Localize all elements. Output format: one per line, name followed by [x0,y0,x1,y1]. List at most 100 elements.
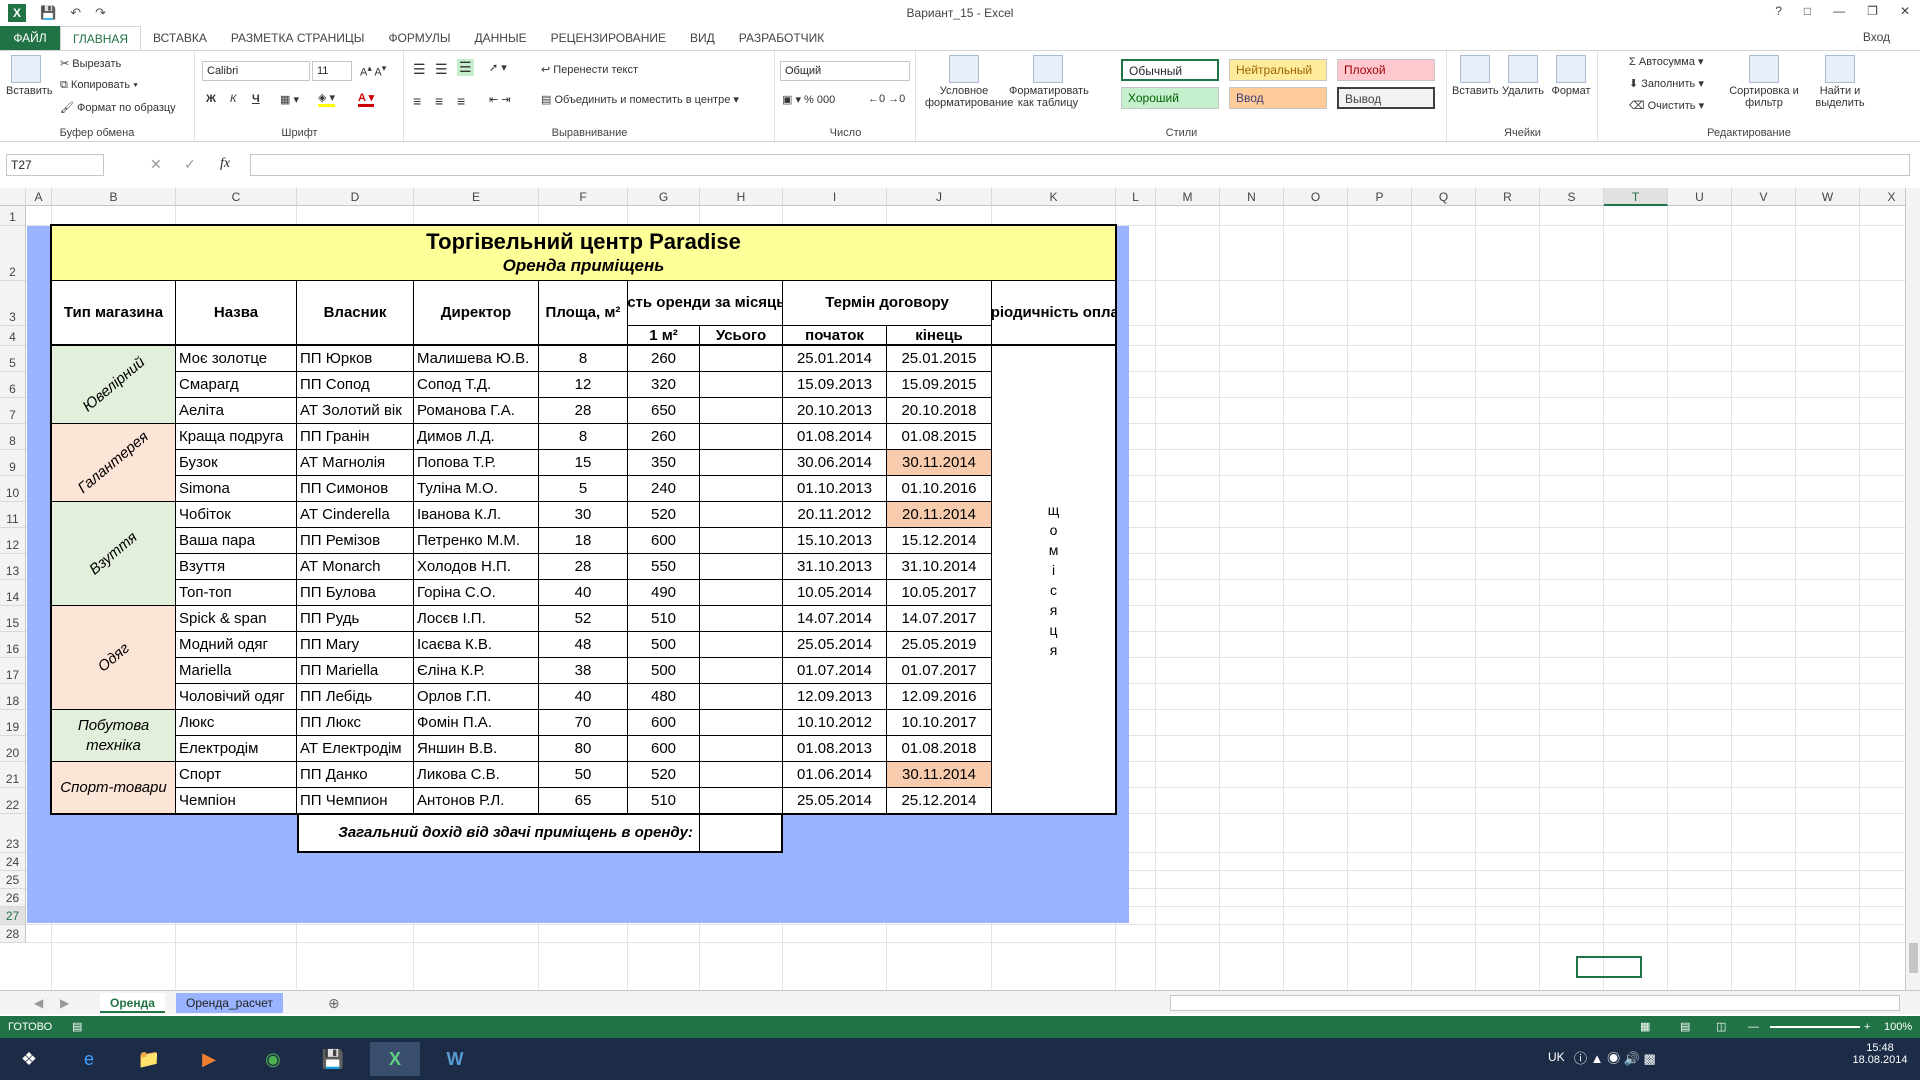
row-header-18[interactable]: 18 [0,684,26,710]
macro-record-icon[interactable]: ▤ [72,1016,82,1038]
row-header-6[interactable]: 6 [0,372,26,398]
grow-font-button[interactable]: A▴ A▾ [360,63,386,79]
fill-color-icon[interactable]: ◈ ▾ [318,91,336,107]
column-header-e[interactable]: E [414,188,539,206]
indent-icon[interactable]: ⇤ ⇥ [489,93,511,106]
row-header-28[interactable]: 28 [0,925,26,943]
ribbon-options-icon[interactable]: □ [1804,4,1811,18]
tab-home[interactable]: ГЛАВНАЯ [60,26,142,50]
zoom-slider[interactable] [1770,1026,1860,1028]
merge-center-button[interactable]: ▤ Объединить и поместить в центре ▾ [541,93,739,106]
row-header-3[interactable]: 3 [0,281,26,326]
row-header-23[interactable]: 23 [0,814,26,853]
normal-view-icon[interactable]: ▦ [1640,1016,1650,1038]
column-header-a[interactable]: A [26,188,52,206]
formula-input[interactable] [250,154,1910,176]
file-explorer-icon[interactable]: 📁 [124,1042,174,1076]
row-header-19[interactable]: 19 [0,710,26,736]
align-top-icon[interactable]: ☰ [413,61,426,78]
clear-button[interactable]: ⌫ Очистить ▾ [1629,99,1704,112]
delete-cells-button[interactable]: Удалить [1500,55,1546,97]
internet-explorer-icon[interactable]: e [64,1042,114,1076]
align-middle-icon[interactable]: ☰ [435,61,448,78]
borders-icon[interactable]: ▦ ▾ [280,93,299,106]
column-header-b[interactable]: B [52,188,176,206]
format-cells-button[interactable]: Формат [1548,55,1594,97]
font-size-select[interactable]: 11 [312,61,352,81]
row-header-25[interactable]: 25 [0,871,26,889]
column-header-i[interactable]: I [783,188,887,206]
column-header-r[interactable]: R [1476,188,1540,206]
column-header-s[interactable]: S [1540,188,1604,206]
language-indicator[interactable]: UK [1548,1050,1565,1064]
tab-data[interactable]: ДАННЫЕ [462,26,538,50]
row-header-2[interactable]: 2 [0,226,26,281]
row-header-10[interactable]: 10 [0,476,26,502]
row-header-27[interactable]: 27 [0,907,26,925]
sort-filter-button[interactable]: Сортировка и фильтр [1729,55,1799,109]
maximize-button[interactable]: ❐ [1867,4,1878,18]
style-good[interactable]: Хороший [1121,87,1219,109]
row-header-21[interactable]: 21 [0,762,26,788]
autosum-button[interactable]: Σ Автосумма ▾ [1629,55,1704,68]
tab-page-layout[interactable]: РАЗМЕТКА СТРАНИЦЫ [219,26,377,50]
tray-icons[interactable]: ⓘ ▲ ◉ 🔊 ▩ [1574,1048,1656,1067]
vertical-scrollbar[interactable] [1905,188,1920,990]
minimize-button[interactable]: — [1833,4,1845,18]
column-header-k[interactable]: K [992,188,1116,206]
chrome-icon[interactable]: ◉ [248,1042,298,1076]
tab-review[interactable]: РЕЦЕНЗИРОВАНИЕ [539,26,678,50]
close-button[interactable]: ✕ [1900,4,1910,18]
tab-view[interactable]: ВИД [678,26,727,50]
wrap-text-button[interactable]: ↩ Перенести текст [541,63,638,76]
row-header-16[interactable]: 16 [0,632,26,658]
horizontal-scrollbar[interactable] [1170,995,1900,1011]
number-format-select[interactable]: Общий [780,61,910,81]
column-header-c[interactable]: C [176,188,297,206]
insert-cells-button[interactable]: Вставить [1452,55,1499,97]
row-header-24[interactable]: 24 [0,853,26,871]
add-sheet-icon[interactable]: ⊕ [318,993,350,1013]
active-cell-selection[interactable] [1576,956,1642,978]
select-all-corner[interactable] [0,188,26,206]
row-header-1[interactable]: 1 [0,206,26,226]
font-family-select[interactable]: Calibri [202,61,310,81]
conditional-format-button[interactable]: Условное форматирование [925,55,1013,109]
total-label[interactable]: Загальний дохід від здачі приміщень в ор… [297,814,700,853]
row-header-17[interactable]: 17 [0,658,26,684]
bold-button[interactable]: Ж [206,93,216,105]
tab-formulas[interactable]: ФОРМУЛЫ [376,26,462,50]
excel-taskbar-icon[interactable]: X [370,1042,420,1076]
page-layout-view-icon[interactable]: ▤ [1680,1016,1690,1038]
column-header-m[interactable]: M [1156,188,1220,206]
row-header-9[interactable]: 9 [0,450,26,476]
row-header-14[interactable]: 14 [0,580,26,606]
start-button-icon[interactable]: ❖ [4,1042,54,1076]
find-select-button[interactable]: Найти и выделить [1805,55,1875,109]
style-neutral[interactable]: Нейтральный [1229,59,1327,81]
style-output[interactable]: Вывод [1337,87,1435,109]
page-break-view-icon[interactable]: ◫ [1716,1016,1726,1038]
column-header-u[interactable]: U [1668,188,1732,206]
style-input[interactable]: Ввод [1229,87,1327,109]
scroll-thumb[interactable] [1909,943,1918,973]
zoom-out-icon[interactable]: — [1748,1016,1759,1038]
total-value[interactable] [700,814,783,853]
word-taskbar-icon[interactable]: W [430,1042,480,1076]
align-right-icon[interactable]: ≡ [457,93,465,109]
media-player-icon[interactable]: ▶ [184,1042,234,1076]
cancel-icon[interactable]: ✕ [150,156,162,173]
save-app-icon[interactable]: 💾 [308,1042,358,1076]
column-header-w[interactable]: W [1796,188,1860,206]
column-header-n[interactable]: N [1220,188,1284,206]
copy-button[interactable]: ⧉ Копировать ▾ [60,79,138,92]
column-header-t[interactable]: T [1604,188,1668,206]
row-header-12[interactable]: 12 [0,528,26,554]
sheet-tab-orenda[interactable]: Оренда [100,993,165,1013]
underline-button[interactable]: Ч [252,93,260,105]
column-header-f[interactable]: F [539,188,628,206]
column-header-g[interactable]: G [628,188,700,206]
worksheet-grid[interactable]: Торгівельний центр Paradise Оренда приміщ… [26,206,1905,990]
row-header-22[interactable]: 22 [0,788,26,814]
zoom-level[interactable]: 100% [1884,1016,1912,1038]
